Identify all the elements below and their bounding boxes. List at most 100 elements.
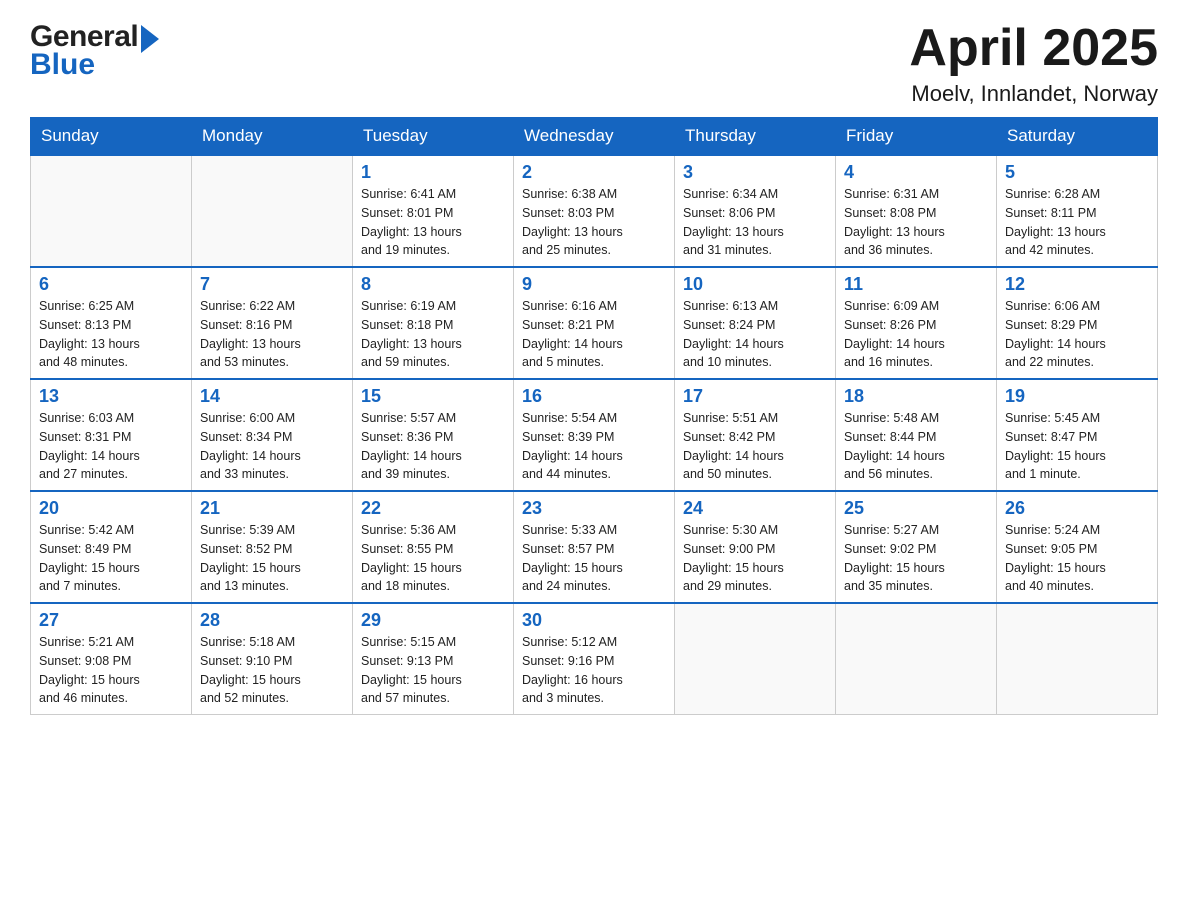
- day-number: 8: [361, 274, 505, 295]
- calendar-cell: 4Sunrise: 6:31 AM Sunset: 8:08 PM Daylig…: [836, 155, 997, 267]
- calendar-cell: 27Sunrise: 5:21 AM Sunset: 9:08 PM Dayli…: [31, 603, 192, 715]
- day-number: 25: [844, 498, 988, 519]
- day-number: 11: [844, 274, 988, 295]
- day-number: 2: [522, 162, 666, 183]
- day-info: Sunrise: 6:09 AM Sunset: 8:26 PM Dayligh…: [844, 297, 988, 372]
- day-info: Sunrise: 6:00 AM Sunset: 8:34 PM Dayligh…: [200, 409, 344, 484]
- day-info: Sunrise: 5:42 AM Sunset: 8:49 PM Dayligh…: [39, 521, 183, 596]
- calendar-cell: 10Sunrise: 6:13 AM Sunset: 8:24 PM Dayli…: [675, 267, 836, 379]
- day-info: Sunrise: 6:38 AM Sunset: 8:03 PM Dayligh…: [522, 185, 666, 260]
- day-number: 1: [361, 162, 505, 183]
- day-number: 3: [683, 162, 827, 183]
- calendar-cell: 15Sunrise: 5:57 AM Sunset: 8:36 PM Dayli…: [353, 379, 514, 491]
- day-number: 20: [39, 498, 183, 519]
- day-number: 24: [683, 498, 827, 519]
- calendar-cell: 20Sunrise: 5:42 AM Sunset: 8:49 PM Dayli…: [31, 491, 192, 603]
- day-number: 13: [39, 386, 183, 407]
- day-info: Sunrise: 5:27 AM Sunset: 9:02 PM Dayligh…: [844, 521, 988, 596]
- calendar-cell: [675, 603, 836, 715]
- logo-blue-text: Blue: [30, 48, 95, 82]
- calendar-cell: 29Sunrise: 5:15 AM Sunset: 9:13 PM Dayli…: [353, 603, 514, 715]
- day-info: Sunrise: 6:13 AM Sunset: 8:24 PM Dayligh…: [683, 297, 827, 372]
- day-info: Sunrise: 5:45 AM Sunset: 8:47 PM Dayligh…: [1005, 409, 1149, 484]
- day-number: 26: [1005, 498, 1149, 519]
- day-info: Sunrise: 6:41 AM Sunset: 8:01 PM Dayligh…: [361, 185, 505, 260]
- weekday-header-thursday: Thursday: [675, 118, 836, 156]
- calendar-table: SundayMondayTuesdayWednesdayThursdayFrid…: [30, 117, 1158, 715]
- day-number: 5: [1005, 162, 1149, 183]
- calendar-location: Moelv, Innlandet, Norway: [909, 81, 1158, 107]
- calendar-cell: 16Sunrise: 5:54 AM Sunset: 8:39 PM Dayli…: [514, 379, 675, 491]
- calendar-title: April 2025: [909, 20, 1158, 77]
- calendar-cell: 13Sunrise: 6:03 AM Sunset: 8:31 PM Dayli…: [31, 379, 192, 491]
- calendar-cell: 2Sunrise: 6:38 AM Sunset: 8:03 PM Daylig…: [514, 155, 675, 267]
- day-number: 23: [522, 498, 666, 519]
- calendar-cell: 19Sunrise: 5:45 AM Sunset: 8:47 PM Dayli…: [997, 379, 1158, 491]
- day-number: 10: [683, 274, 827, 295]
- day-number: 7: [200, 274, 344, 295]
- calendar-cell: 1Sunrise: 6:41 AM Sunset: 8:01 PM Daylig…: [353, 155, 514, 267]
- day-number: 16: [522, 386, 666, 407]
- weekday-header-saturday: Saturday: [997, 118, 1158, 156]
- day-number: 27: [39, 610, 183, 631]
- calendar-cell: 24Sunrise: 5:30 AM Sunset: 9:00 PM Dayli…: [675, 491, 836, 603]
- day-info: Sunrise: 5:30 AM Sunset: 9:00 PM Dayligh…: [683, 521, 827, 596]
- day-number: 21: [200, 498, 344, 519]
- day-info: Sunrise: 5:54 AM Sunset: 8:39 PM Dayligh…: [522, 409, 666, 484]
- day-number: 14: [200, 386, 344, 407]
- logo-arrow-icon: [141, 25, 159, 53]
- day-number: 28: [200, 610, 344, 631]
- day-info: Sunrise: 5:21 AM Sunset: 9:08 PM Dayligh…: [39, 633, 183, 708]
- day-info: Sunrise: 5:57 AM Sunset: 8:36 PM Dayligh…: [361, 409, 505, 484]
- day-number: 6: [39, 274, 183, 295]
- calendar-cell: 12Sunrise: 6:06 AM Sunset: 8:29 PM Dayli…: [997, 267, 1158, 379]
- week-row-1: 1Sunrise: 6:41 AM Sunset: 8:01 PM Daylig…: [31, 155, 1158, 267]
- calendar-cell: 7Sunrise: 6:22 AM Sunset: 8:16 PM Daylig…: [192, 267, 353, 379]
- day-info: Sunrise: 5:36 AM Sunset: 8:55 PM Dayligh…: [361, 521, 505, 596]
- weekday-header-row: SundayMondayTuesdayWednesdayThursdayFrid…: [31, 118, 1158, 156]
- calendar-cell: 6Sunrise: 6:25 AM Sunset: 8:13 PM Daylig…: [31, 267, 192, 379]
- day-number: 19: [1005, 386, 1149, 407]
- logo: General Blue: [30, 20, 159, 82]
- day-number: 15: [361, 386, 505, 407]
- calendar-cell: 14Sunrise: 6:00 AM Sunset: 8:34 PM Dayli…: [192, 379, 353, 491]
- calendar-cell: 30Sunrise: 5:12 AM Sunset: 9:16 PM Dayli…: [514, 603, 675, 715]
- calendar-cell: 21Sunrise: 5:39 AM Sunset: 8:52 PM Dayli…: [192, 491, 353, 603]
- day-number: 22: [361, 498, 505, 519]
- weekday-header-tuesday: Tuesday: [353, 118, 514, 156]
- calendar-cell: 28Sunrise: 5:18 AM Sunset: 9:10 PM Dayli…: [192, 603, 353, 715]
- day-number: 12: [1005, 274, 1149, 295]
- day-number: 4: [844, 162, 988, 183]
- day-number: 9: [522, 274, 666, 295]
- day-number: 18: [844, 386, 988, 407]
- calendar-cell: 9Sunrise: 6:16 AM Sunset: 8:21 PM Daylig…: [514, 267, 675, 379]
- calendar-cell: [192, 155, 353, 267]
- day-info: Sunrise: 6:31 AM Sunset: 8:08 PM Dayligh…: [844, 185, 988, 260]
- weekday-header-monday: Monday: [192, 118, 353, 156]
- weekday-header-sunday: Sunday: [31, 118, 192, 156]
- day-info: Sunrise: 6:19 AM Sunset: 8:18 PM Dayligh…: [361, 297, 505, 372]
- calendar-cell: 5Sunrise: 6:28 AM Sunset: 8:11 PM Daylig…: [997, 155, 1158, 267]
- calendar-cell: 22Sunrise: 5:36 AM Sunset: 8:55 PM Dayli…: [353, 491, 514, 603]
- day-info: Sunrise: 5:39 AM Sunset: 8:52 PM Dayligh…: [200, 521, 344, 596]
- title-block: April 2025 Moelv, Innlandet, Norway: [909, 20, 1158, 107]
- day-info: Sunrise: 6:16 AM Sunset: 8:21 PM Dayligh…: [522, 297, 666, 372]
- day-info: Sunrise: 5:24 AM Sunset: 9:05 PM Dayligh…: [1005, 521, 1149, 596]
- day-info: Sunrise: 5:15 AM Sunset: 9:13 PM Dayligh…: [361, 633, 505, 708]
- calendar-cell: 25Sunrise: 5:27 AM Sunset: 9:02 PM Dayli…: [836, 491, 997, 603]
- calendar-cell: 11Sunrise: 6:09 AM Sunset: 8:26 PM Dayli…: [836, 267, 997, 379]
- day-number: 29: [361, 610, 505, 631]
- day-info: Sunrise: 6:34 AM Sunset: 8:06 PM Dayligh…: [683, 185, 827, 260]
- day-info: Sunrise: 5:12 AM Sunset: 9:16 PM Dayligh…: [522, 633, 666, 708]
- day-info: Sunrise: 6:22 AM Sunset: 8:16 PM Dayligh…: [200, 297, 344, 372]
- calendar-cell: [31, 155, 192, 267]
- page-header: General Blue April 2025 Moelv, Innlandet…: [30, 20, 1158, 107]
- weekday-header-friday: Friday: [836, 118, 997, 156]
- week-row-3: 13Sunrise: 6:03 AM Sunset: 8:31 PM Dayli…: [31, 379, 1158, 491]
- day-info: Sunrise: 6:03 AM Sunset: 8:31 PM Dayligh…: [39, 409, 183, 484]
- day-info: Sunrise: 5:18 AM Sunset: 9:10 PM Dayligh…: [200, 633, 344, 708]
- day-info: Sunrise: 6:25 AM Sunset: 8:13 PM Dayligh…: [39, 297, 183, 372]
- week-row-2: 6Sunrise: 6:25 AM Sunset: 8:13 PM Daylig…: [31, 267, 1158, 379]
- calendar-cell: [997, 603, 1158, 715]
- calendar-cell: 3Sunrise: 6:34 AM Sunset: 8:06 PM Daylig…: [675, 155, 836, 267]
